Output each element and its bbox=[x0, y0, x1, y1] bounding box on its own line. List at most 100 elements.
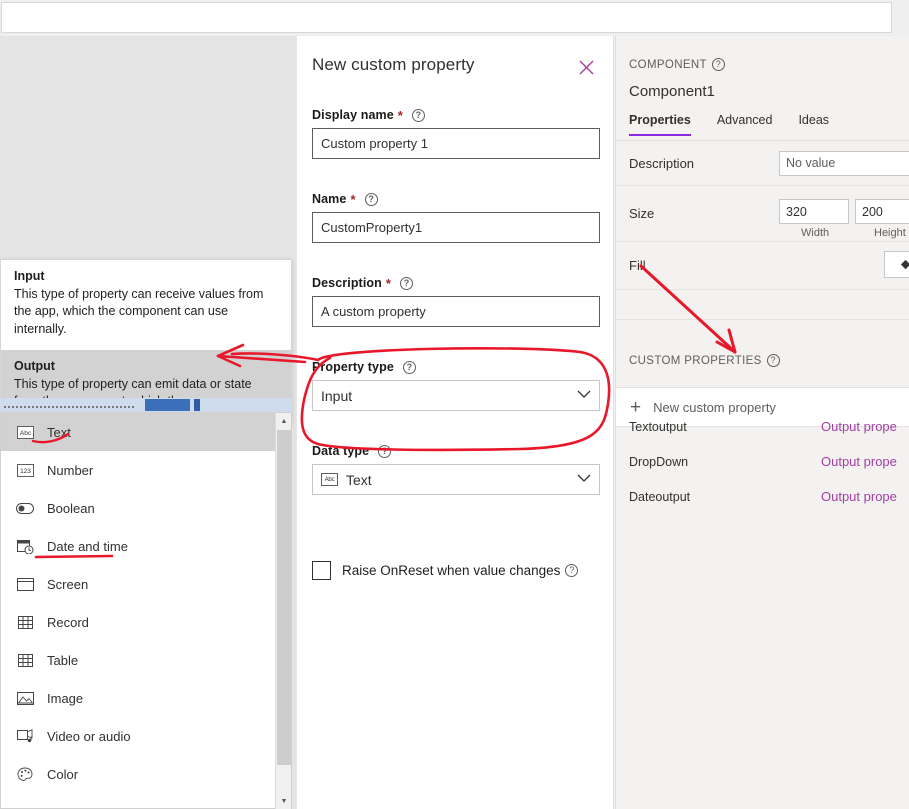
data-type-option-text[interactable]: Abc Text bbox=[1, 413, 291, 451]
data-type-option-color[interactable]: Color bbox=[1, 755, 291, 793]
property-type-label: Property type ? bbox=[312, 360, 600, 374]
tab-ideas[interactable]: Ideas bbox=[798, 113, 829, 136]
list-item[interactable]: Dateoutput Output prope bbox=[616, 481, 909, 512]
data-type-options-flyout: Abc Text 123 Number Boolean Date and tim… bbox=[0, 412, 292, 809]
required-asterisk: * bbox=[385, 275, 392, 291]
option-label: Boolean bbox=[47, 500, 95, 516]
component-eyebrow-text: COMPONENT bbox=[629, 58, 707, 71]
display-name-label-text: Display name bbox=[312, 108, 394, 122]
help-icon[interactable]: ? bbox=[378, 444, 392, 458]
data-type-list-scrollbar[interactable]: ▲ ▼ bbox=[275, 413, 291, 809]
size-width-input[interactable]: 320 bbox=[779, 199, 849, 224]
row-size: Size 320 200 Width Height bbox=[616, 186, 909, 242]
tab-properties[interactable]: Properties bbox=[629, 113, 691, 136]
data-type-value: Text bbox=[346, 471, 372, 488]
scrollbar-thumb[interactable] bbox=[277, 430, 291, 765]
help-icon[interactable]: ? bbox=[766, 354, 780, 367]
list-item[interactable]: DropDown Output prope bbox=[616, 446, 909, 477]
description-field: Description * ? A custom property bbox=[312, 276, 600, 327]
description-label: Description * ? bbox=[312, 276, 600, 290]
dialog-title: New custom property bbox=[312, 55, 475, 74]
tab-advanced[interactable]: Advanced bbox=[717, 113, 773, 136]
size-width-sublabel: Width bbox=[801, 227, 830, 239]
grid-icon bbox=[15, 615, 35, 629]
help-icon[interactable]: ? bbox=[402, 360, 416, 374]
top-bar bbox=[0, 0, 909, 36]
option-label: Number bbox=[47, 462, 94, 478]
size-height-input[interactable]: 200 bbox=[855, 199, 909, 224]
option-title: Output bbox=[14, 358, 55, 373]
scrollbar-thumb[interactable] bbox=[145, 399, 190, 411]
component-name: Component1 bbox=[629, 83, 715, 100]
size-height-sublabel: Height bbox=[874, 227, 906, 239]
svg-text:123: 123 bbox=[20, 468, 31, 475]
row-spacer bbox=[616, 290, 909, 320]
option-description: This type of property can receive values… bbox=[14, 287, 264, 336]
custom-properties-heading-text: CUSTOM PROPERTIES bbox=[629, 354, 762, 367]
raise-onreset-row: Raise OnReset when value changes ? bbox=[312, 561, 579, 580]
background-scrollbar-strip bbox=[0, 398, 292, 412]
data-type-option-number[interactable]: 123 Number bbox=[1, 451, 291, 489]
fill-row-label: Fill bbox=[629, 258, 646, 273]
property-type-value: Input bbox=[321, 387, 353, 404]
property-type-dropdown[interactable]: Input bbox=[312, 380, 600, 411]
list-item[interactable]: Textoutput Output prope bbox=[616, 411, 909, 442]
row-description: Description No value bbox=[616, 141, 909, 186]
help-icon[interactable]: ? bbox=[364, 192, 378, 206]
data-type-label-text: Data type bbox=[312, 444, 370, 458]
property-type-option-input[interactable]: Input This type of property can receive … bbox=[1, 260, 291, 350]
image-icon bbox=[15, 691, 35, 705]
chevron-down-icon bbox=[577, 390, 591, 402]
scrollbar-thumb-end[interactable] bbox=[194, 399, 200, 411]
background-text-blur bbox=[4, 406, 134, 408]
fill-color-swatch[interactable] bbox=[884, 251, 909, 278]
data-type-option-screen[interactable]: Screen bbox=[1, 565, 291, 603]
new-custom-property-dialog: New custom property Display name * ? Cust… bbox=[296, 36, 614, 809]
custom-property-name: DropDown bbox=[629, 454, 689, 469]
123-icon: 123 bbox=[15, 463, 35, 477]
description-value-input[interactable]: No value bbox=[779, 150, 909, 176]
name-input[interactable]: CustomProperty1 bbox=[312, 212, 600, 243]
display-name-input[interactable]: Custom property 1 bbox=[312, 128, 600, 159]
raise-onreset-checkbox[interactable] bbox=[312, 561, 331, 580]
custom-property-kind[interactable]: Output prope bbox=[821, 489, 897, 504]
option-label: Table bbox=[47, 652, 79, 668]
data-type-option-date-and-time[interactable]: Date and time bbox=[1, 527, 291, 565]
help-icon[interactable]: ? bbox=[565, 564, 579, 577]
data-type-option-record[interactable]: Record bbox=[1, 603, 291, 641]
custom-property-kind[interactable]: Output prope bbox=[821, 419, 897, 434]
palette-icon bbox=[15, 767, 35, 782]
required-asterisk: * bbox=[350, 191, 356, 207]
app-window: New custom property Display name * ? Cust… bbox=[0, 0, 909, 809]
panel-tabs: Properties Advanced Ideas bbox=[629, 113, 909, 136]
scroll-up-arrow-icon[interactable]: ▲ bbox=[276, 413, 292, 430]
required-asterisk: * bbox=[397, 107, 403, 123]
svg-text:Abc: Abc bbox=[19, 430, 31, 437]
data-type-field: Data type ? Abc Text bbox=[312, 444, 600, 495]
help-icon[interactable]: ? bbox=[711, 58, 725, 71]
custom-properties-heading: CUSTOM PROPERTIES ? bbox=[629, 354, 780, 367]
data-type-option-image[interactable]: Image bbox=[1, 679, 291, 717]
description-label-text: Description bbox=[312, 276, 382, 290]
option-label: Screen bbox=[47, 576, 89, 592]
data-type-dropdown[interactable]: Abc Text bbox=[312, 464, 600, 495]
description-input[interactable]: A custom property bbox=[312, 296, 600, 327]
name-field: Name * ? CustomProperty1 bbox=[312, 192, 600, 243]
option-label: Color bbox=[47, 766, 79, 782]
help-icon[interactable]: ? bbox=[411, 108, 425, 122]
data-type-option-boolean[interactable]: Boolean bbox=[1, 489, 291, 527]
help-icon[interactable]: ? bbox=[400, 276, 414, 290]
name-label-text: Name bbox=[312, 192, 347, 206]
chevron-down-icon bbox=[577, 474, 591, 486]
description-row-label: Description bbox=[629, 155, 695, 171]
top-bar-content bbox=[1, 2, 892, 33]
data-type-option-table[interactable]: Table bbox=[1, 641, 291, 679]
custom-property-kind[interactable]: Output prope bbox=[821, 454, 897, 469]
abc-icon: Abc bbox=[15, 425, 35, 439]
name-label: Name * ? bbox=[312, 192, 600, 206]
paint-bucket-icon bbox=[900, 259, 909, 270]
data-type-option-video-or-audio[interactable]: Video or audio bbox=[1, 717, 291, 755]
close-icon[interactable] bbox=[575, 56, 597, 78]
scroll-down-arrow-icon[interactable]: ▼ bbox=[276, 793, 292, 809]
component-eyebrow: COMPONENT ? bbox=[629, 58, 725, 71]
